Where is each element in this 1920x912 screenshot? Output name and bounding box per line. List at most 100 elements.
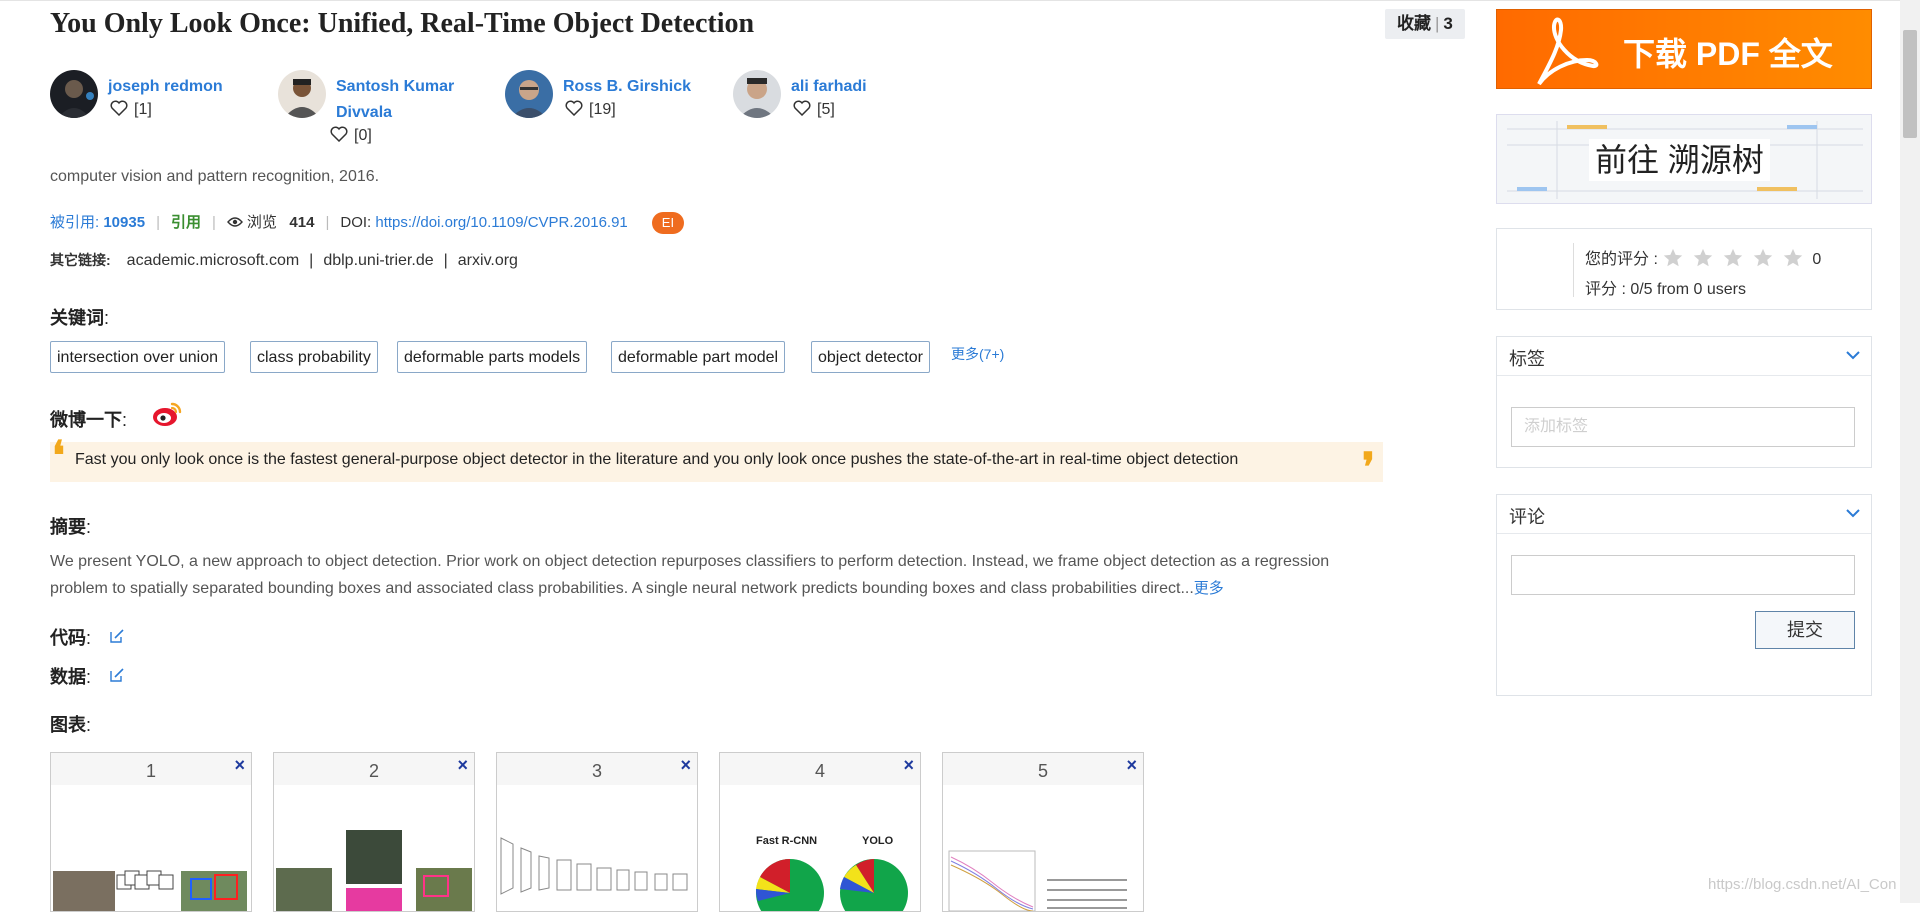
weibo-icon[interactable] bbox=[152, 400, 182, 428]
author-name[interactable]: Ross B. Girshick bbox=[563, 74, 691, 100]
favorite-button[interactable]: 收藏 | 3 bbox=[1385, 9, 1465, 39]
heart-icon bbox=[793, 100, 811, 116]
tags-panel: 标签 bbox=[1496, 336, 1872, 468]
heart-icon bbox=[110, 100, 128, 116]
author-like[interactable]: [19] bbox=[565, 100, 616, 119]
star-icon[interactable] bbox=[1692, 247, 1714, 269]
author-avatar[interactable] bbox=[50, 70, 98, 118]
meta-separator: | bbox=[156, 214, 160, 231]
meta-row: 被引用: 10935 | 引用 | 浏览 414 | DOI: https://doi.or… bbox=[50, 212, 685, 234]
rating-divider bbox=[1573, 243, 1574, 297]
comments-panel: 评论 提交 bbox=[1496, 494, 1872, 696]
abstract-more-link[interactable]: 更多 bbox=[1194, 580, 1224, 597]
abstract-heading: 摘要: bbox=[50, 517, 92, 537]
your-rating: 您的评分 : 0 bbox=[1585, 245, 1821, 269]
author-avatar[interactable] bbox=[733, 70, 781, 118]
your-rating-value: 0 bbox=[1812, 251, 1822, 268]
figure-image bbox=[53, 870, 247, 911]
other-link[interactable]: dblp.uni-trier.de bbox=[323, 252, 433, 269]
author-avatar[interactable] bbox=[505, 70, 553, 118]
views-count: 414 bbox=[289, 214, 315, 231]
meta-separator: | bbox=[211, 214, 216, 231]
scrollbar-thumb[interactable] bbox=[1903, 30, 1917, 138]
figure-image bbox=[500, 837, 688, 895]
figure-thumbnail[interactable]: 4 × Fast R-CNN YOLO bbox=[719, 752, 921, 912]
watermark: https://blog.csdn.net/AI_Con bbox=[1708, 876, 1897, 893]
pdf-icon bbox=[1537, 17, 1599, 86]
other-link[interactable]: academic.microsoft.com bbox=[127, 252, 300, 269]
rating-panel: 您的评分 : 0 评分 : 0/5 from 0 users bbox=[1496, 228, 1872, 310]
author-avatar[interactable] bbox=[278, 70, 326, 118]
other-links-label: 其它链接: bbox=[50, 252, 111, 268]
close-icon[interactable]: × bbox=[903, 755, 914, 776]
cited-by-link[interactable]: 被引用: 10935 bbox=[50, 214, 145, 231]
paper-venue: computer vision and pattern recognition,… bbox=[50, 168, 380, 185]
author-name[interactable]: joseph redmon bbox=[108, 74, 223, 100]
keyword-tag[interactable]: class probability bbox=[250, 341, 378, 373]
edit-icon[interactable] bbox=[109, 667, 125, 683]
add-tag-input[interactable] bbox=[1511, 407, 1855, 447]
other-link[interactable]: arxiv.org bbox=[458, 252, 518, 269]
star-icon[interactable] bbox=[1752, 247, 1774, 269]
figure-thumbnail[interactable]: 3 × bbox=[496, 752, 698, 912]
author-name[interactable]: ali farhadi bbox=[791, 74, 867, 100]
close-icon[interactable]: × bbox=[457, 755, 468, 776]
comment-input[interactable] bbox=[1511, 555, 1855, 595]
star-icon[interactable] bbox=[1782, 247, 1804, 269]
keyword-tag[interactable]: object detector bbox=[811, 341, 930, 373]
figure-thumbnail[interactable]: 1 × bbox=[50, 752, 252, 912]
figure-thumbnail[interactable]: 2 × bbox=[273, 752, 475, 912]
top-border bbox=[0, 0, 1904, 1]
keyword-tag[interactable]: intersection over union bbox=[50, 341, 225, 373]
author-like[interactable]: [0] bbox=[330, 126, 372, 145]
close-quote-icon: ❜ bbox=[1362, 445, 1375, 490]
author-name[interactable]: Santosh Kumar Divvala bbox=[336, 74, 454, 126]
rating-summary: 评分 : 0/5 from 0 users bbox=[1585, 281, 1746, 298]
other-links-row: 其它链接: academic.microsoft.com | dblp.uni-tri… bbox=[50, 250, 518, 270]
figure-number: 2 bbox=[368, 761, 379, 781]
weibo-quote-box: ❛ Fast you only look once is the fastest… bbox=[50, 436, 1383, 488]
close-icon[interactable]: × bbox=[234, 755, 245, 776]
figure-caption-left: Fast R-CNN bbox=[756, 835, 818, 847]
tags-panel-title: 标签 bbox=[1509, 349, 1545, 369]
source-tree-label: 前往 溯源树 bbox=[1589, 139, 1770, 181]
figure-number: 4 bbox=[814, 761, 825, 781]
code-heading: 代码: bbox=[50, 628, 92, 648]
cite-button[interactable]: 引用 bbox=[171, 214, 201, 231]
keywords-more-link[interactable]: 更多(7+) bbox=[951, 344, 1004, 364]
figure-thumbnail[interactable]: 5 × bbox=[942, 752, 1144, 912]
link-separator: | bbox=[443, 252, 448, 269]
heart-icon bbox=[330, 126, 348, 142]
weibo-quote-text: Fast you only look once is the fastest g… bbox=[75, 451, 1239, 468]
favorite-separator: | bbox=[1435, 14, 1440, 33]
figure-caption-right: YOLO bbox=[862, 835, 894, 847]
author-like[interactable]: [1] bbox=[110, 100, 152, 119]
doi-label: DOI: bbox=[340, 214, 372, 231]
star-icon[interactable] bbox=[1662, 247, 1684, 269]
open-quote-icon: ❛ bbox=[52, 433, 65, 478]
figure-number: 1 bbox=[145, 761, 156, 781]
keyword-tag[interactable]: deformable part model bbox=[611, 341, 786, 373]
ei-badge: EI bbox=[651, 212, 685, 234]
star-icon[interactable] bbox=[1722, 247, 1744, 269]
edit-icon[interactable] bbox=[109, 628, 125, 644]
keyword-tag[interactable]: deformable parts models bbox=[397, 341, 588, 373]
abstract-text: We present YOLO, a new approach to objec… bbox=[50, 553, 1330, 597]
download-pdf-button[interactable]: 下载 PDF 全文 bbox=[1496, 9, 1872, 89]
paper-title: You Only Look Once: Unified, Real-Time O… bbox=[50, 8, 755, 39]
eye-icon bbox=[226, 217, 243, 227]
tags-panel-header[interactable]: 标签 bbox=[1497, 337, 1871, 376]
views-label: 浏览 bbox=[246, 214, 277, 231]
doi-link[interactable]: https://doi.org/10.1109/CVPR.2016.91 bbox=[375, 214, 627, 231]
comments-panel-header[interactable]: 评论 bbox=[1497, 495, 1871, 534]
submit-comment-button[interactable]: 提交 bbox=[1755, 611, 1855, 649]
author-like[interactable]: [5] bbox=[793, 100, 835, 119]
source-tree-button[interactable]: 前往 溯源树 bbox=[1496, 114, 1872, 204]
close-icon[interactable]: × bbox=[1126, 755, 1137, 776]
close-icon[interactable]: × bbox=[680, 755, 691, 776]
chevron-down-icon[interactable] bbox=[1845, 347, 1861, 363]
figure-number: 3 bbox=[591, 761, 602, 781]
chevron-down-icon[interactable] bbox=[1845, 505, 1861, 521]
rating-stars[interactable] bbox=[1662, 248, 1812, 268]
figures-heading: 图表: bbox=[50, 715, 92, 735]
